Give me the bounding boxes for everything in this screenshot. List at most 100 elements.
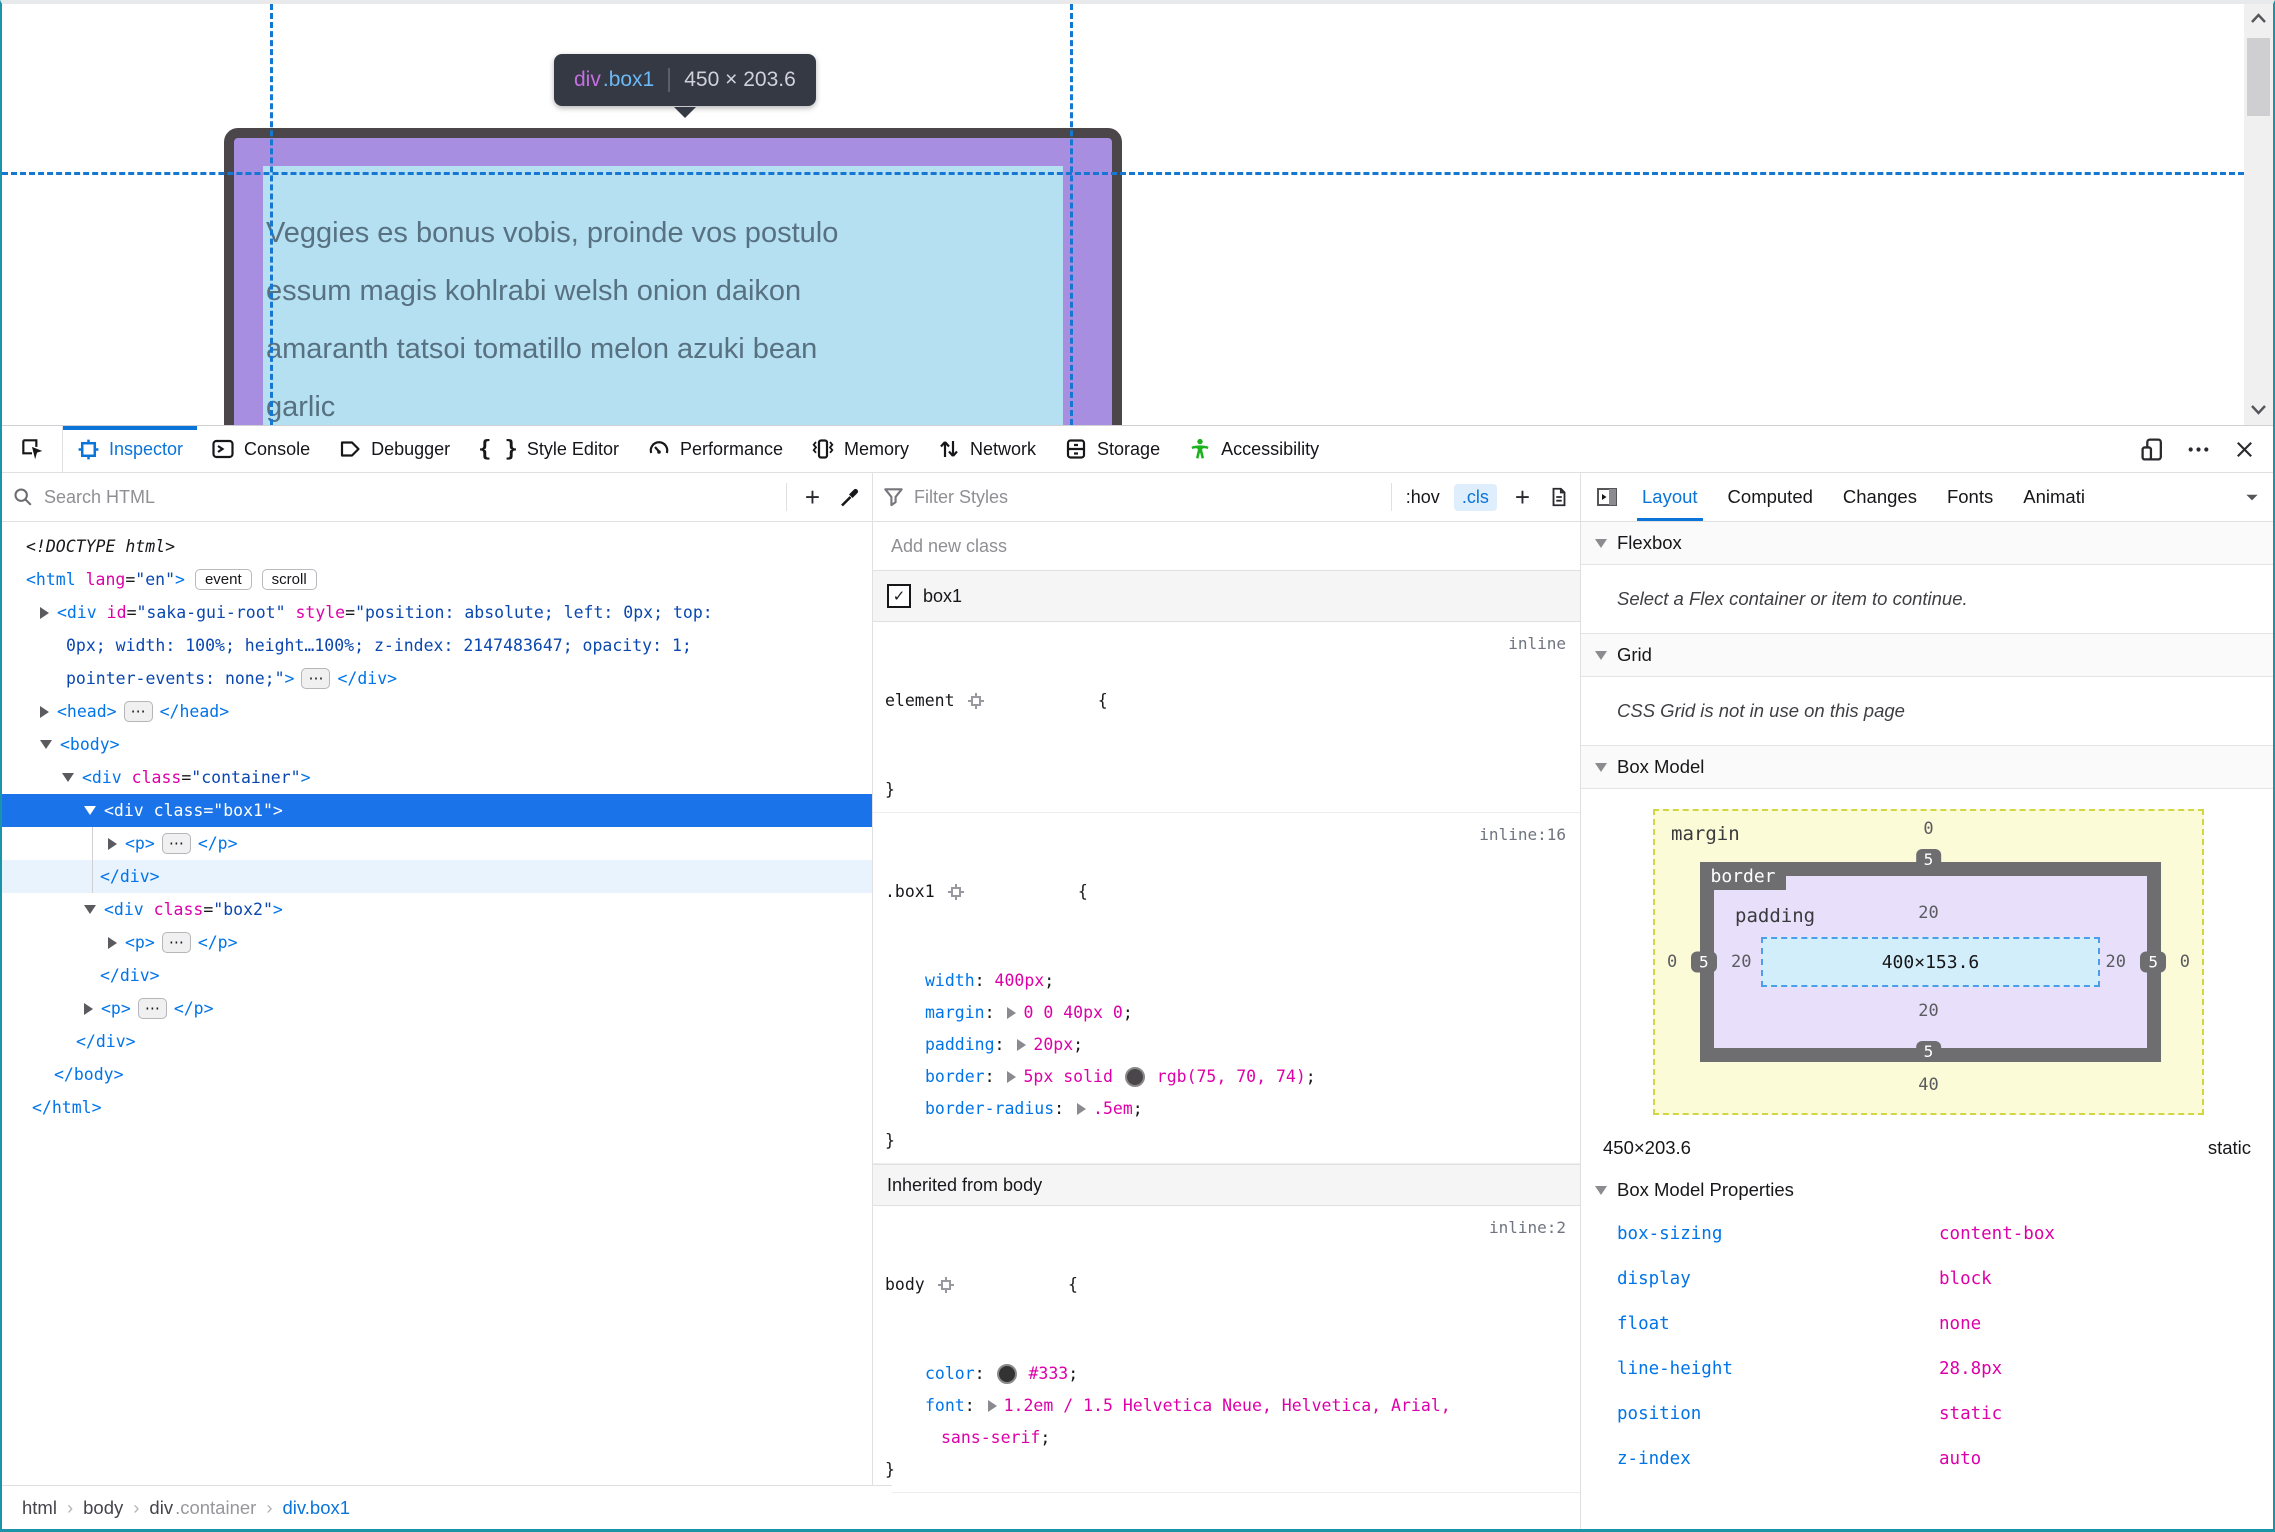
tab-storage[interactable]: Storage xyxy=(1050,426,1174,472)
rule-selector-line[interactable]: body { xyxy=(885,1212,1568,1358)
margin-left-value[interactable]: 0 xyxy=(1667,952,1677,972)
markup-row[interactable]: <head> ⋯ </head> xyxy=(2,695,872,728)
margin-right-value[interactable]: 0 xyxy=(2180,952,2190,972)
tab-accessibility[interactable]: Accessibility xyxy=(1174,426,1333,472)
tab-label: Debugger xyxy=(371,438,451,459)
responsive-design-button[interactable] xyxy=(2129,426,2175,472)
css-declaration-wrap[interactable]: sans-serif; xyxy=(885,1422,1568,1454)
markup-row[interactable]: <!DOCTYPE html> xyxy=(2,530,872,563)
property-name[interactable]: position xyxy=(1581,1404,1939,1424)
flexbox-section-header[interactable]: Flexbox xyxy=(1581,522,2273,565)
tab-network[interactable]: Network xyxy=(923,426,1050,472)
box-model-diagram[interactable]: margin border padding 400×153.6 0 5 20 2… xyxy=(1653,809,2204,1115)
class-panel-toggle[interactable]: .cls xyxy=(1453,483,1497,511)
filter-styles-input[interactable] xyxy=(912,485,1383,509)
border-right-value[interactable]: 5 xyxy=(2140,951,2166,973)
box-model-section-header[interactable]: Box Model xyxy=(1581,746,2273,789)
selector-highlighter-icon[interactable] xyxy=(967,628,1086,774)
markup-row[interactable]: <div id = "saka-gui-root" style = "position:… xyxy=(2,596,872,629)
tab-memory[interactable]: Memory xyxy=(797,426,923,472)
markup-row[interactable]: <p> ⋯ </p> xyxy=(2,827,872,860)
devtools-close-button[interactable] xyxy=(2221,426,2267,472)
property-name[interactable]: z-index xyxy=(1581,1449,1939,1469)
grid-section-header[interactable]: Grid xyxy=(1581,634,2273,677)
markup-row[interactable]: </div> xyxy=(2,860,872,893)
markup-row[interactable]: 0px; width: 100%; height…100%; z-index: … xyxy=(2,629,872,662)
tabs-overflow-icon[interactable] xyxy=(2243,488,2261,506)
padding-top-value[interactable]: 20 xyxy=(1918,903,1938,923)
sidebar-toggle-icon[interactable] xyxy=(1595,485,1619,509)
markup-row[interactable]: <div class = "box2" > xyxy=(2,893,872,926)
add-new-class-input[interactable] xyxy=(889,534,1564,558)
scrollbar-thumb[interactable] xyxy=(2247,38,2270,116)
border-top-value[interactable]: 5 xyxy=(1915,849,1942,870)
padding-bottom-value[interactable]: 20 xyxy=(1918,1001,1938,1021)
margin-top-value[interactable]: 0 xyxy=(1923,819,1933,839)
tab-animations[interactable]: Animati xyxy=(2010,473,2098,521)
tab-inspector[interactable]: Inspector xyxy=(63,426,198,472)
scroll-up-icon[interactable] xyxy=(2250,12,2267,26)
scroll-down-icon[interactable] xyxy=(2250,402,2267,416)
border-bottom-value[interactable]: 5 xyxy=(1915,1041,1942,1062)
token: = xyxy=(126,603,137,622)
breadcrumb[interactable]: html › body › div .container › div.box1 xyxy=(2,1485,892,1529)
token: scroll xyxy=(261,569,317,590)
markup-row[interactable]: <html lang = "en" > event scroll xyxy=(2,563,872,596)
padding-left-value[interactable]: 20 xyxy=(1731,952,1751,972)
property-name[interactable]: float xyxy=(1581,1314,1939,1334)
css-declaration[interactable]: border-radius: .5em; xyxy=(885,1093,1568,1125)
pick-element-icon xyxy=(22,439,43,460)
print-media-icon[interactable] xyxy=(1548,486,1570,508)
token: style xyxy=(285,603,346,622)
tab-performance[interactable]: Performance xyxy=(633,426,797,472)
margin-bottom-value[interactable]: 40 xyxy=(1918,1075,1938,1095)
infobar-dimensions: 450 × 203.6 xyxy=(684,68,796,91)
add-rule-button[interactable]: + xyxy=(1505,484,1540,510)
css-declaration[interactable]: font: 1.2em / 1.5 Helvetica Neue, Helvet… xyxy=(885,1390,1568,1422)
eyedropper-icon[interactable] xyxy=(838,485,862,509)
box-model-content[interactable]: 400×153.6 xyxy=(1761,937,2100,987)
property-name[interactable]: display xyxy=(1581,1269,1939,1289)
markup-row[interactable]: </div> xyxy=(2,1025,872,1058)
markup-row[interactable]: pointer-events: none;" > ⋯ </div> xyxy=(2,662,872,695)
css-declaration[interactable]: margin: 0 0 40px 0; xyxy=(885,997,1568,1029)
box-model-properties-header[interactable]: Box Model Properties xyxy=(1581,1169,2273,1211)
selector-highlighter-icon[interactable] xyxy=(947,819,1066,965)
tab-computed[interactable]: Computed xyxy=(1715,473,1826,521)
add-node-button[interactable]: + xyxy=(795,484,830,510)
markup-row-selected[interactable]: <div class="box1"> xyxy=(2,794,872,827)
rule-selector-line[interactable]: .box1 { xyxy=(885,819,1568,965)
selector-highlighter-icon[interactable] xyxy=(937,1212,1056,1358)
markup-row[interactable]: <body> xyxy=(2,728,872,761)
rule-source-link[interactable]: inline:16 xyxy=(1479,819,1566,851)
pick-element-button[interactable] xyxy=(2,426,63,472)
tab-fonts[interactable]: Fonts xyxy=(1934,473,2006,521)
css-declaration[interactable]: padding: 20px; xyxy=(885,1029,1568,1061)
property-name[interactable]: line-height xyxy=(1581,1359,1939,1379)
devtools-menu-button[interactable] xyxy=(2175,426,2221,472)
class-checkbox[interactable]: ✓ xyxy=(887,584,911,608)
tab-changes[interactable]: Changes xyxy=(1830,473,1930,521)
tab-debugger[interactable]: Debugger xyxy=(324,426,464,472)
tab-layout[interactable]: Layout xyxy=(1629,473,1711,521)
page-scrollbar[interactable] xyxy=(2244,4,2273,425)
pseudo-class-toggle[interactable]: :hov xyxy=(1400,487,1446,508)
rule-source-link[interactable]: inline xyxy=(1508,628,1566,660)
markup-row[interactable]: <p> ⋯ </p> xyxy=(2,992,872,1025)
markup-row[interactable]: <div class = "container" > xyxy=(2,761,872,794)
markup-row[interactable]: </body> xyxy=(2,1058,872,1091)
css-declaration[interactable]: width: 400px; xyxy=(885,965,1568,997)
rule-selector-line[interactable]: element { xyxy=(885,628,1568,774)
rule-source-link[interactable]: inline:2 xyxy=(1489,1212,1566,1244)
markup-row[interactable]: <p> ⋯ </p> xyxy=(2,926,872,959)
tab-style-editor[interactable]: { } Style Editor xyxy=(464,426,633,472)
padding-right-value[interactable]: 20 xyxy=(2106,952,2126,972)
css-declaration[interactable]: color: #333; xyxy=(885,1358,1568,1390)
border-left-value[interactable]: 5 xyxy=(1691,951,1717,973)
markup-row[interactable]: </html> xyxy=(2,1091,872,1124)
property-name[interactable]: box-sizing xyxy=(1581,1224,1939,1244)
css-declaration[interactable]: border: 5px solid rgb(75, 70, 74); xyxy=(885,1061,1568,1093)
tab-console[interactable]: Console xyxy=(197,426,324,472)
markup-row[interactable]: </div> xyxy=(2,959,872,992)
search-html-input[interactable] xyxy=(42,485,778,509)
